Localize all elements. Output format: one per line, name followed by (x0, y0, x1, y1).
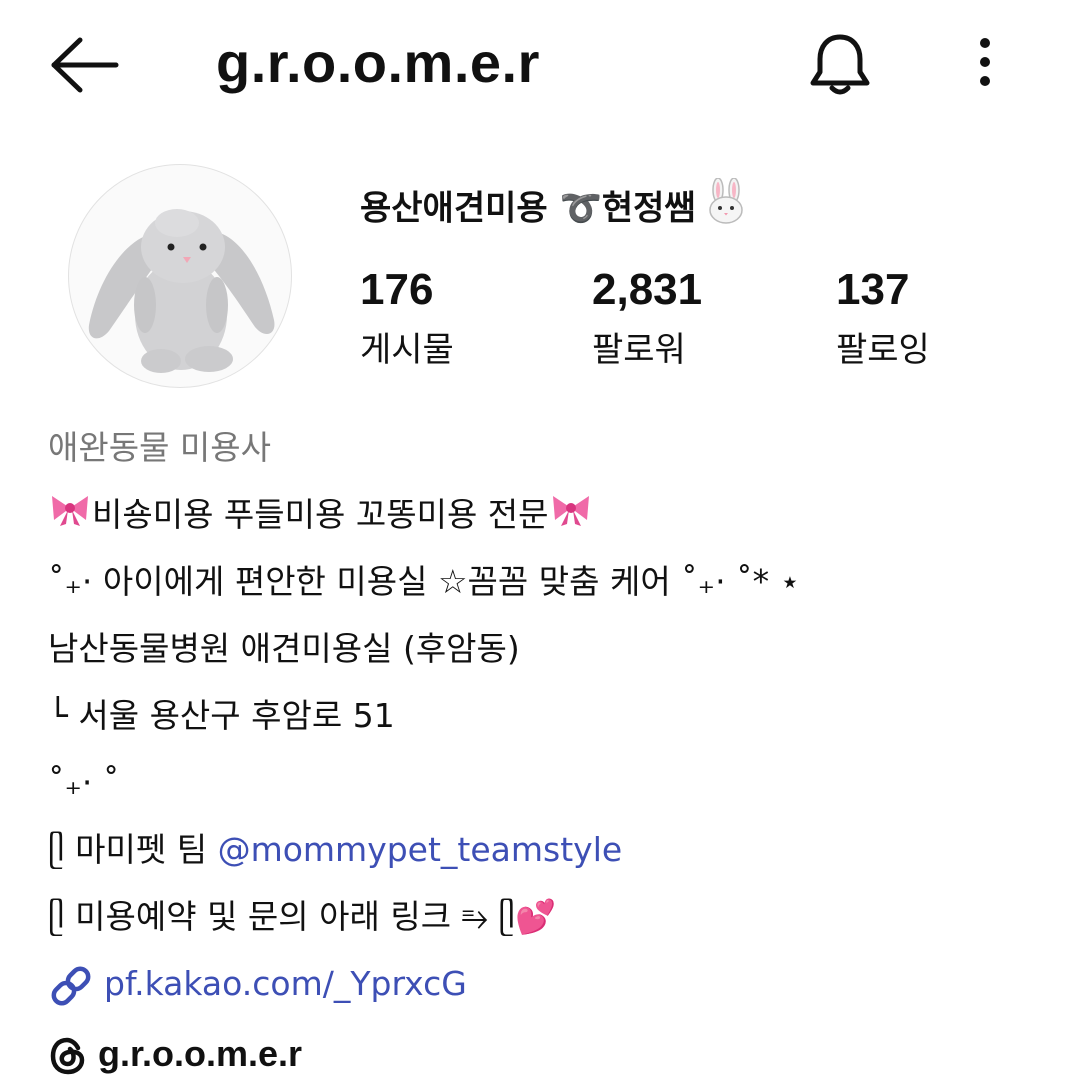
followers-stat[interactable]: 2,831 팔로워 (592, 262, 702, 374)
bio-line-team: ᥫ 마미펫 팀 @mommypet_teamstyle (48, 816, 1058, 883)
bio-line-sparkle: ˚₊· ˚ (48, 763, 120, 802)
arrow-left-icon (51, 37, 119, 93)
posts-label: 게시물 (360, 330, 454, 370)
bio-line-specialty: 비숑미용 푸들미용 꼬똥미용 전문 (48, 481, 1058, 548)
profile-bio: 애완동물 미용사 비숑미용 푸들미용 꼬똥미용 전문 ˚₊· 아이에게 편안한 … (48, 414, 1058, 1017)
posts-count: 176 (360, 265, 434, 314)
posts-stat[interactable]: 176 게시물 (360, 262, 454, 374)
bio-line-booking: ᥫ 미용예약 및 문의 아래 링크 ⥱ ᥫ💕 (48, 897, 557, 936)
following-count: 137 (836, 265, 910, 314)
ribbon-bow-icon (48, 483, 92, 550)
bell-icon (810, 34, 870, 95)
display-name-text: 용산애견미용 ➰현정쌤 (360, 188, 696, 229)
link-icon (51, 966, 91, 1005)
team-mention-link[interactable]: @mommypet_teamstyle (218, 830, 623, 869)
profile-category: 애완동물 미용사 (48, 428, 272, 467)
bio-line-address: └ 서울 용산구 후암로 51 (48, 696, 395, 735)
notifications-button[interactable] (804, 28, 876, 100)
profile-avatar[interactable] (68, 164, 292, 388)
following-label: 팔로잉 (836, 330, 930, 370)
following-stat[interactable]: 137 팔로잉 (836, 262, 930, 374)
back-button[interactable] (44, 30, 124, 100)
bio-line-clinic: 남산동물병원 애견미용실 (후암동) (48, 629, 520, 668)
threads-badge[interactable]: g.r.o.o.m.e.r (48, 1022, 302, 1080)
rabbit-face-icon (702, 177, 750, 242)
bio-specialty-text: 비숑미용 푸들미용 꼬똥미용 전문 (92, 495, 549, 534)
profile-username-title: g.r.o.o.m.e.r (216, 31, 540, 94)
external-link[interactable]: pf.kakao.com/_YprxcG (48, 950, 1058, 1017)
bio-line-care: ˚₊· 아이에게 편안한 미용실 ☆꼼꼼 맞춤 케어 ˚₊· ˚* ⋆ (48, 562, 801, 601)
bunny-plush-image (88, 209, 275, 373)
followers-label: 팔로워 (592, 330, 686, 370)
threads-icon (50, 1038, 85, 1075)
external-link-text: pf.kakao.com/_YprxcG (104, 964, 467, 1003)
bio-team-prefix: ᥫ 마미펫 팀 (48, 830, 218, 869)
top-bar: g.r.o.o.m.e.r (0, 0, 1080, 128)
ribbon-bow-icon (549, 483, 593, 550)
more-vertical-icon (980, 38, 990, 86)
more-options-button[interactable] (962, 32, 1008, 92)
followers-count: 2,831 (592, 265, 703, 314)
threads-handle: g.r.o.o.m.e.r (98, 1033, 303, 1074)
profile-display-name: 용산애견미용 ➰현정쌤 (360, 177, 750, 242)
